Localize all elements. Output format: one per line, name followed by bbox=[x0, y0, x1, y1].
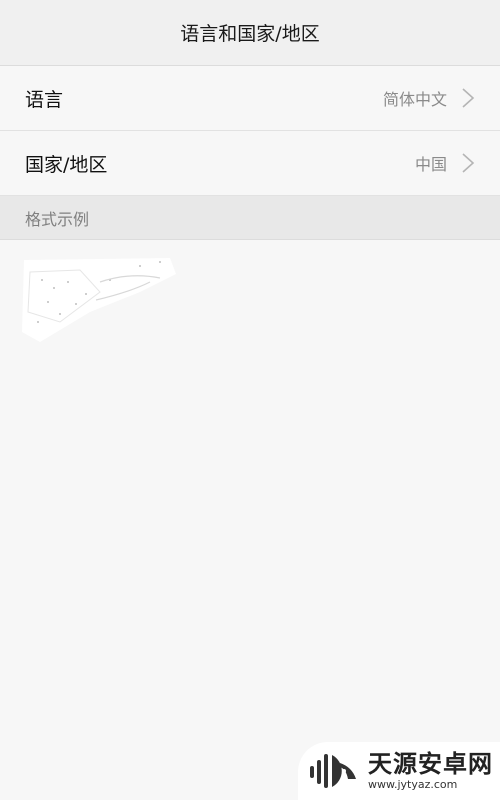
watermark: 天源安卓网 www.jytyaz.com bbox=[298, 742, 500, 800]
country-region-row[interactable]: 国家/地区 中国 bbox=[0, 131, 500, 196]
watermark-name: 天源安卓网 bbox=[368, 750, 493, 778]
format-example-header: 格式示例 bbox=[0, 196, 500, 240]
watermark-url: www.jytyaz.com bbox=[368, 778, 458, 791]
country-region-value: 中国 bbox=[414, 155, 447, 174]
format-example-title: 格式示例 bbox=[25, 209, 90, 229]
page-title: 语言和国家/地区 bbox=[180, 23, 320, 45]
language-label: 语言 bbox=[25, 88, 64, 111]
watermark-text: 天源安卓网 www.jytyaz.com bbox=[368, 752, 493, 790]
chevron-right-icon bbox=[461, 87, 475, 109]
android-logo-icon bbox=[308, 749, 360, 793]
chevron-right-icon bbox=[461, 152, 475, 174]
title-bar: 语言和国家/地区 bbox=[0, 0, 500, 66]
language-row[interactable]: 语言 简体中文 bbox=[0, 66, 500, 131]
country-region-label: 国家/地区 bbox=[25, 153, 108, 176]
language-value: 简体中文 bbox=[382, 90, 447, 109]
language-region-screen: 语言和国家/地区 语言 简体中文 国家/地区 中国 格式示例 天源安卓网 www… bbox=[0, 0, 500, 800]
redacted-format-example bbox=[20, 252, 180, 344]
